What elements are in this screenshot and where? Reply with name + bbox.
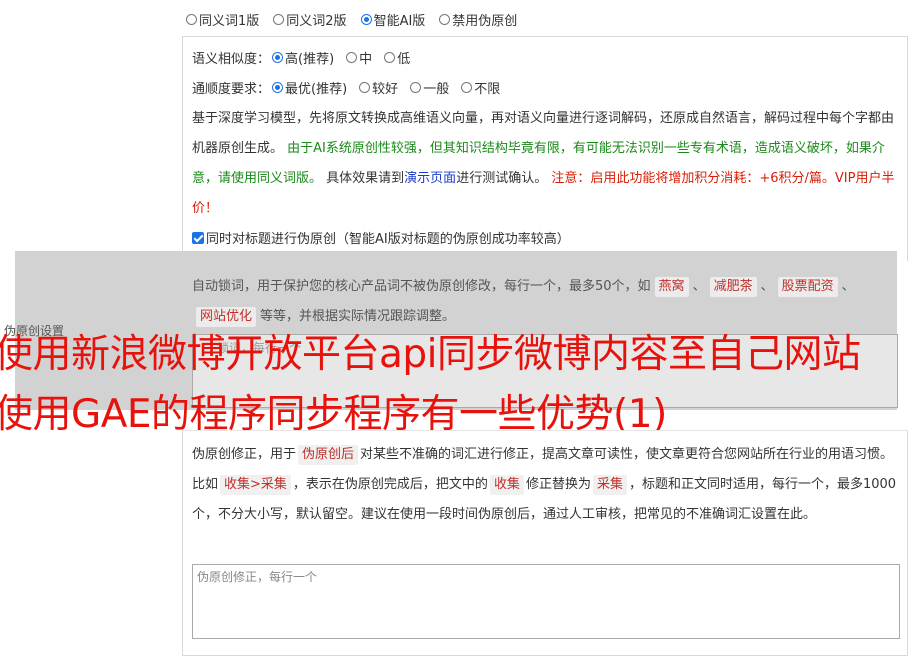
- radio-icon[interactable]: [439, 14, 451, 25]
- example-tag: 采集: [592, 475, 627, 495]
- radio-icon[interactable]: [384, 52, 396, 63]
- example-tag: 燕窝: [654, 277, 689, 297]
- fluency-label: 通顺度要求：: [192, 82, 271, 97]
- title-rewrite-checkbox-row[interactable]: 同时对标题进行伪原创（智能AI版对标题的伪原创成功率较高）: [192, 228, 570, 247]
- example-tag: 收集>采集: [220, 475, 291, 495]
- similarity-medium[interactable]: 中: [346, 48, 372, 67]
- radio-icon[interactable]: [346, 52, 358, 63]
- fluency-normal[interactable]: 一般: [410, 78, 449, 97]
- fluency-row: 通顺度要求： 最优(推荐) 较好 一般 不限: [192, 78, 500, 97]
- radio-selected-icon[interactable]: [272, 52, 284, 63]
- correction-description: 伪原创修正，用于 伪原创后 对某些不准确的词汇进行修正，提高文章可读性，使文章更符合…: [192, 445, 897, 522]
- radio-selected-icon[interactable]: [360, 14, 372, 25]
- example-tag: 收集: [489, 475, 524, 495]
- correction-panel: 伪原创修正，用于 伪原创后 对某些不准确的词汇进行修正，提高文章可读性，使文章更符合…: [182, 430, 908, 656]
- overlay-title-line-1: 使用新浪微博开放平台api同步微博内容至自己网站: [0, 332, 861, 377]
- similarity-label: 语义相似度：: [192, 52, 271, 67]
- ai-description: 基于深度学习模型，先将原文转换成高维语义向量，再对语义向量进行逐词解码，还原成自…: [192, 111, 895, 216]
- mode-option-ai[interactable]: 智能AI版: [360, 10, 425, 29]
- mode-option-synonym-1[interactable]: 同义词1版: [186, 10, 259, 29]
- radio-icon[interactable]: [410, 82, 422, 93]
- fluency-best[interactable]: 最优(推荐): [272, 78, 347, 97]
- lock-words-description: 自动锁词，用于保护您的核心产品词不被伪原创修改，每行一个，最多50个，如 燕窝、减…: [192, 272, 898, 332]
- example-tag: 伪原创后: [298, 445, 359, 465]
- example-tag: 股票配资: [777, 277, 838, 297]
- mode-option-synonym-2[interactable]: 同义词2版: [273, 10, 347, 29]
- fluency-unlimited[interactable]: 不限: [461, 78, 500, 97]
- example-tag: 网站优化: [196, 307, 257, 327]
- fluency-good[interactable]: 较好: [359, 78, 398, 97]
- checkbox-checked-icon[interactable]: [192, 231, 204, 244]
- radio-icon[interactable]: [461, 82, 473, 93]
- similarity-row: 语义相似度： 高(推荐) 中 低: [192, 48, 410, 67]
- demo-page-link[interactable]: 演示页面: [404, 171, 456, 186]
- ai-settings-panel: 语义相似度： 高(推荐) 中 低 通顺度要求： 最优(推荐) 较好 一般 不限 …: [182, 36, 908, 261]
- similarity-low[interactable]: 低: [384, 48, 410, 67]
- radio-selected-icon[interactable]: [272, 82, 284, 93]
- mode-radio-group: 同义词1版 同义词2版 智能AI版 禁用伪原创: [186, 10, 517, 29]
- radio-icon[interactable]: [359, 82, 371, 93]
- example-tag: 减肥茶: [709, 277, 757, 297]
- similarity-high[interactable]: 高(推荐): [272, 48, 334, 67]
- mode-option-disable[interactable]: 禁用伪原创: [439, 10, 517, 29]
- correction-textarea[interactable]: [192, 564, 900, 639]
- title-rewrite-label: 同时对标题进行伪原创（智能AI版对标题的伪原创成功率较高）: [206, 232, 570, 247]
- radio-icon[interactable]: [186, 14, 197, 25]
- radio-icon[interactable]: [273, 14, 285, 25]
